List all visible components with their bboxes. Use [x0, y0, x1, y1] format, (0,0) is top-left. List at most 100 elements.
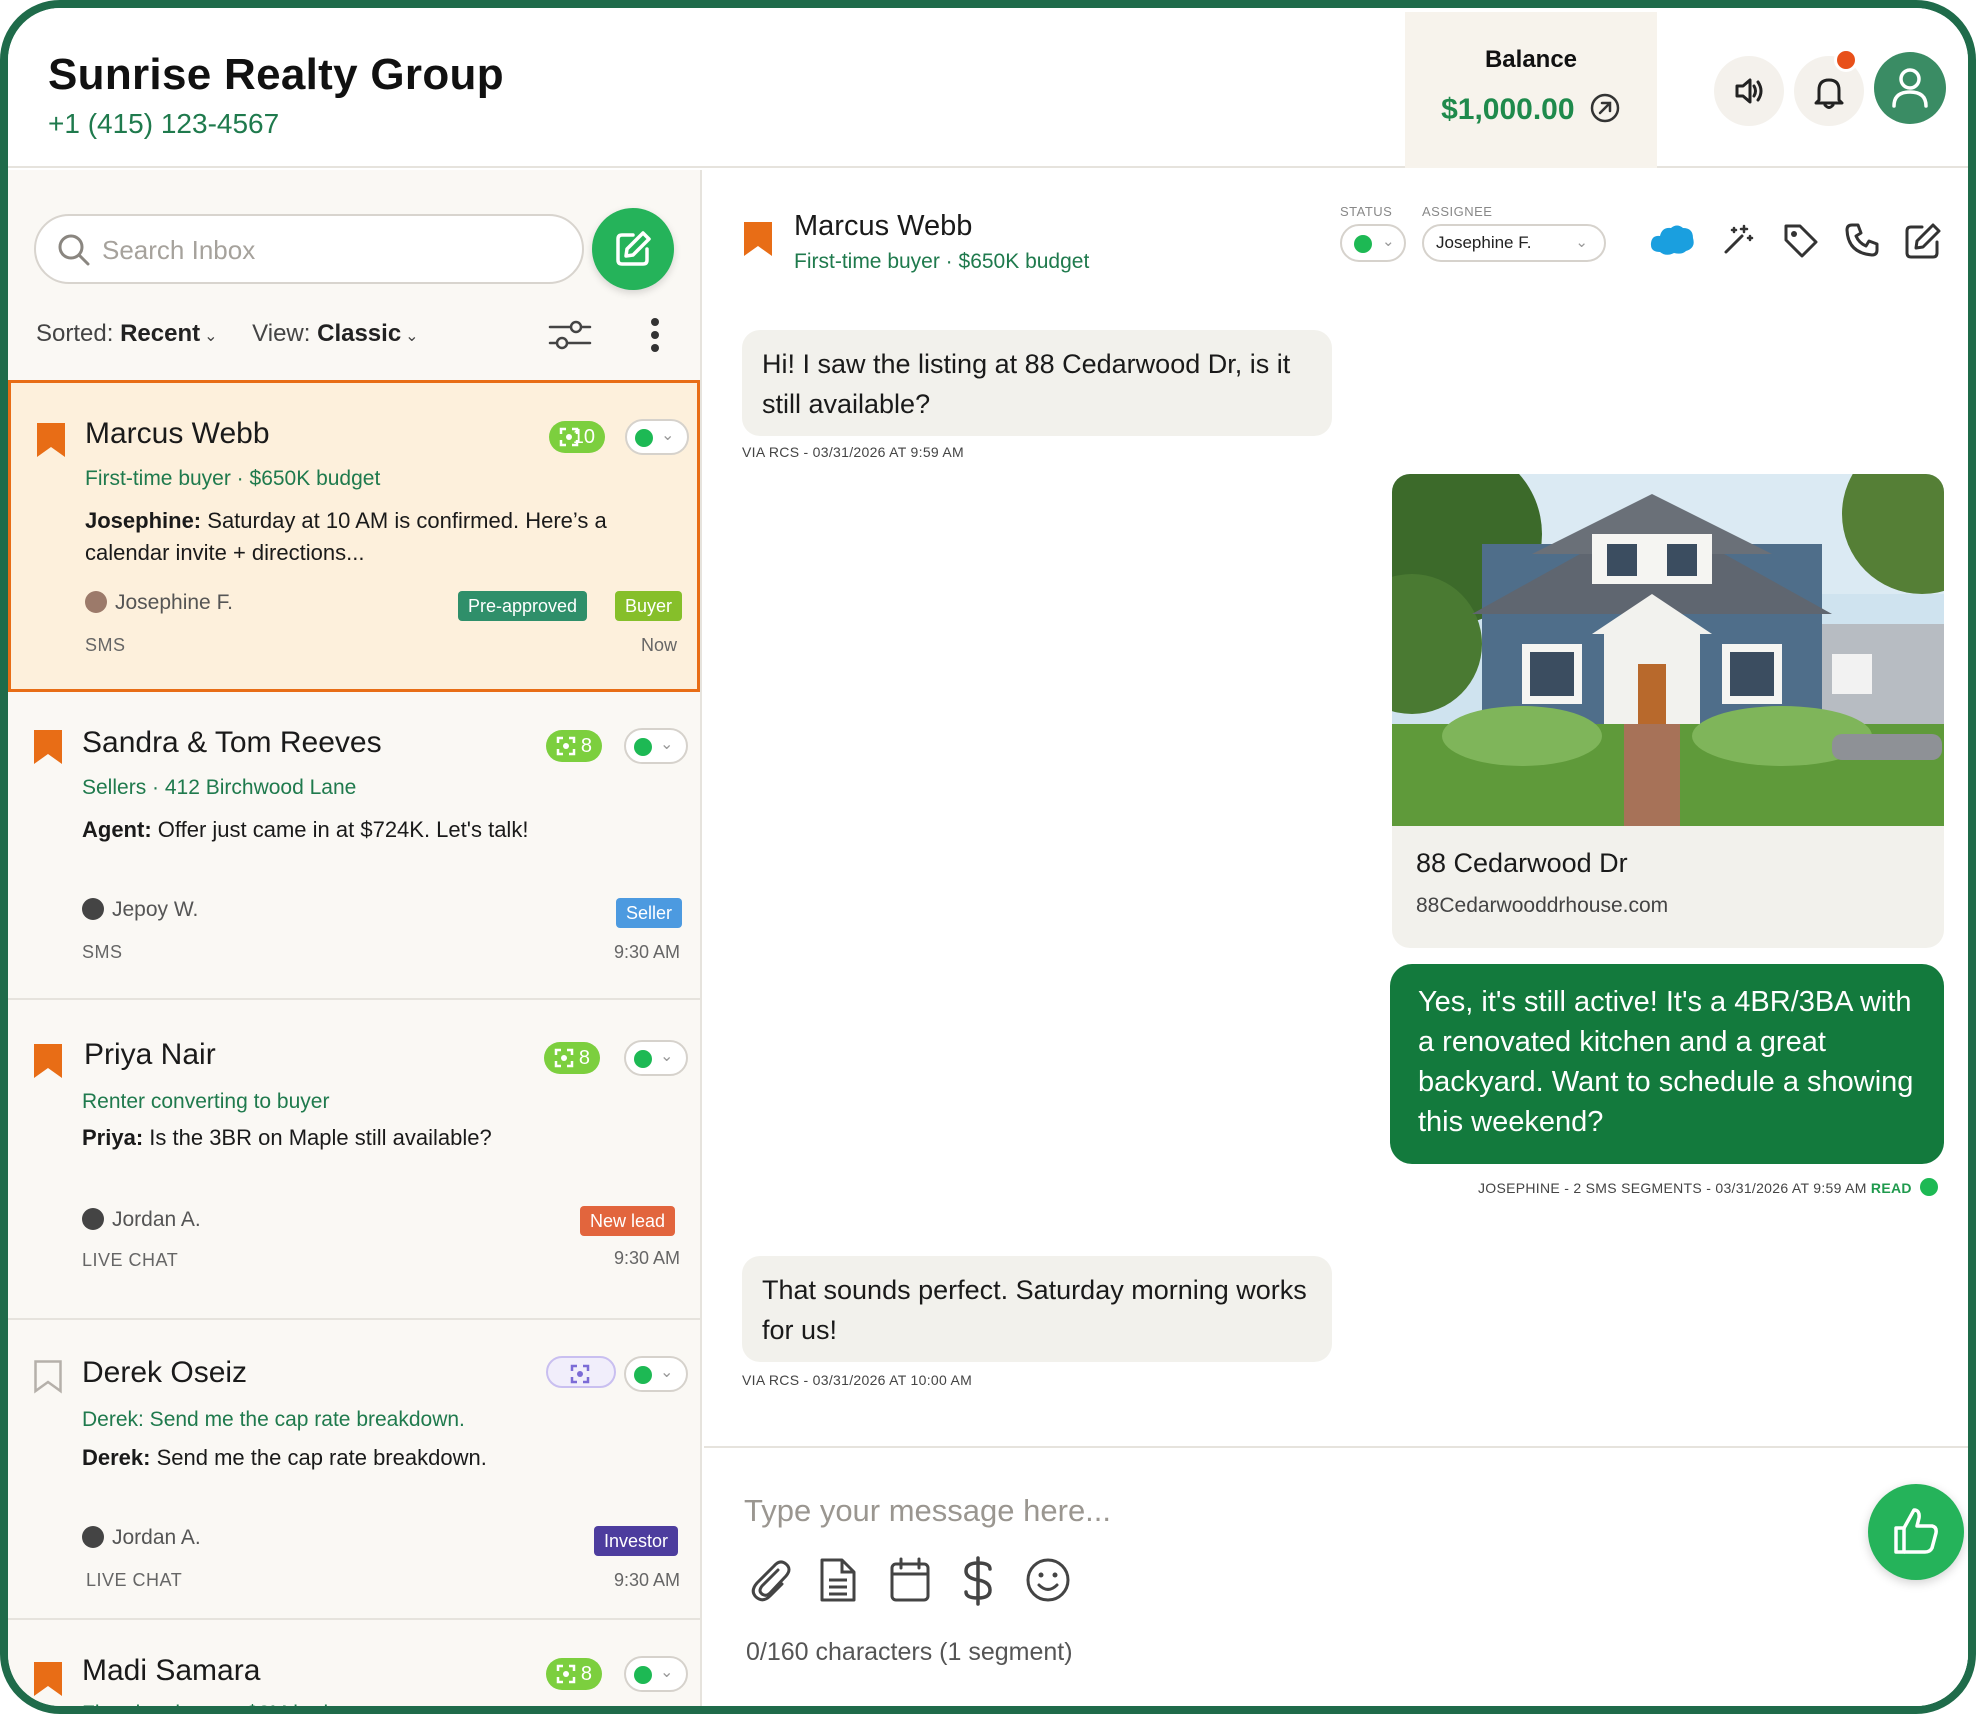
view-control[interactable]: View: Classic ⌄ — [252, 320, 418, 347]
balance-panel[interactable]: Balance $1,000.00 — [1405, 12, 1657, 168]
contact-subtitle: Sellers · 412 Birchwood Lane — [82, 776, 357, 799]
chevron-down-icon: ⌄ — [405, 328, 419, 345]
bookmark-icon[interactable] — [34, 730, 62, 764]
preview-sender: Priya: — [82, 1125, 144, 1150]
new-message-button[interactable] — [592, 208, 674, 290]
sort-control[interactable]: Sorted: Recent ⌄ — [36, 320, 218, 347]
search-icon — [58, 234, 90, 266]
filter-sliders-icon[interactable] — [548, 318, 592, 352]
sorted-label: Sorted: — [36, 320, 114, 347]
conversation-item[interactable]: Priya Nair 8 ⌄ Renter converting to buye… — [8, 1000, 700, 1320]
status-dropdown[interactable]: ⌄ — [624, 728, 688, 764]
thumbs-up-icon — [1894, 1508, 1938, 1554]
channel-label: LIVE CHAT — [86, 1570, 183, 1590]
message-preview: Josephine: Saturday at 10 AM is confirme… — [85, 505, 665, 569]
sound-button[interactable] — [1714, 56, 1784, 126]
more-options-icon[interactable] — [648, 316, 662, 354]
check-circle-icon — [1920, 1178, 1938, 1196]
conversation-item[interactable]: Madi Samara 8 ⌄ First-time buyer · $2M b… — [8, 1620, 700, 1706]
calendar-icon[interactable] — [888, 1556, 932, 1604]
edit-note-icon[interactable] — [1904, 222, 1942, 260]
phone-icon[interactable] — [1844, 222, 1880, 258]
contact-name: Madi Samara — [82, 1654, 261, 1687]
search-input[interactable] — [102, 230, 562, 270]
profile-avatar-button[interactable] — [1874, 52, 1946, 124]
listing-url[interactable]: 88Cedarwooddrhouse.com — [1416, 894, 1668, 918]
dollar-icon[interactable] — [960, 1556, 996, 1606]
preview-text: Is the 3BR on Maple still available? — [149, 1125, 492, 1150]
bookmark-icon[interactable] — [34, 1662, 62, 1696]
balance-label: Balance — [1484, 46, 1578, 73]
conversation-item[interactable]: Sandra & Tom Reeves 8 ⌄ Sellers · 412 Bi… — [8, 692, 700, 1000]
agent-avatar — [85, 591, 107, 613]
contact-name: Priya Nair — [84, 1038, 216, 1071]
paperclip-icon[interactable] — [748, 1556, 792, 1604]
status-dropdown[interactable]: ⌄ — [625, 419, 689, 455]
status-dropdown[interactable]: ⌄ — [624, 1356, 688, 1392]
send-button[interactable] — [1868, 1484, 1964, 1580]
agent-avatar — [82, 1208, 104, 1230]
tag-pre-approved[interactable]: Pre-approved — [458, 591, 588, 621]
chevron-down-icon: ⌄ — [660, 1364, 674, 1381]
company-name: Sunrise Realty Group — [48, 50, 504, 99]
listing-title: 88 Cedarwood Dr — [1416, 848, 1628, 878]
balance-value: $1,000.00 — [1405, 92, 1657, 127]
contact-subtitle: Derek: Send me the cap rate breakdown. — [82, 1408, 465, 1431]
conversation-item[interactable]: Marcus Webb 10 ⌄ First-time buyer · $650… — [8, 380, 700, 692]
tag-buyer[interactable]: Buyer — [615, 591, 683, 621]
tag-seller[interactable]: Seller — [616, 898, 683, 928]
assigned-agent: Jordan A. — [82, 1208, 201, 1232]
preview-sender: Agent: — [82, 817, 152, 842]
chat-status-dropdown[interactable]: ⌄ — [1340, 224, 1406, 262]
view-value: Classic — [317, 320, 402, 347]
message-preview: Derek: Send me the cap rate breakdown. — [82, 1442, 662, 1474]
chevron-down-icon: ⌄ — [660, 1048, 674, 1065]
listing-card[interactable]: 88 Cedarwood Dr 88Cedarwooddrhouse.com — [1392, 474, 1944, 948]
external-link-icon[interactable] — [1589, 92, 1621, 124]
preview-text: Offer just came in at $724K. Let's talk! — [157, 817, 529, 842]
tag-investor[interactable]: Investor — [594, 1526, 679, 1556]
chat-contact-name: Marcus Webb — [794, 210, 973, 242]
incoming-message: Hi! I saw the listing at 88 Cedarwood Dr… — [742, 330, 1332, 436]
status-dropdown[interactable]: ⌄ — [624, 1040, 688, 1076]
bookmark-icon[interactable] — [744, 222, 772, 256]
ai-magic-wand-icon[interactable] — [1720, 222, 1756, 258]
sort-view-row: Sorted: Recent ⌄ View: Classic ⌄ — [36, 320, 419, 348]
emoji-icon[interactable] — [1024, 1556, 1072, 1604]
document-icon[interactable] — [818, 1556, 858, 1604]
character-count: 0/160 characters (1 segment) — [746, 1638, 1073, 1666]
message-preview: Agent: Offer just came in at $724K. Let'… — [82, 814, 662, 846]
contact-subtitle: First-time buyer · $650K budget — [85, 467, 381, 490]
inbox-sidebar: Sorted: Recent⌄ View: Classic⌄ Marcus We… — [8, 170, 702, 1706]
company-phone: +1 (415) 123-4567 — [48, 108, 280, 139]
tag-new-lead[interactable]: New lead — [580, 1206, 676, 1236]
chat-contact-subtitle: First-time buyer · $650K budget — [794, 250, 1090, 273]
chevron-down-icon: ⌄ — [661, 427, 675, 444]
status-label: STATUS — [1340, 204, 1393, 219]
house-photo — [1392, 474, 1944, 826]
bookmark-icon[interactable] — [34, 1044, 62, 1078]
status-dropdown[interactable]: ⌄ — [624, 1656, 688, 1692]
channel-label: SMS — [82, 942, 123, 962]
preview-text: Send me the cap rate breakdown. — [156, 1445, 487, 1470]
salesforce-cloud-icon[interactable] — [1648, 222, 1696, 258]
view-label: View: — [252, 320, 311, 347]
channel-label: LIVE CHAT — [82, 1250, 179, 1270]
focus-icon — [554, 1048, 574, 1068]
bookmark-outline-icon[interactable] — [34, 1360, 62, 1394]
unread-count-badge: 8 — [544, 1042, 600, 1074]
status-online-dot — [635, 429, 653, 447]
tag-icon[interactable] — [1782, 222, 1820, 260]
read-receipt: READ — [1870, 1180, 1912, 1196]
contact-name: Sandra & Tom Reeves — [82, 726, 382, 759]
bookmark-icon[interactable] — [37, 423, 65, 457]
assignee-dropdown[interactable]: Josephine F. ⌄ — [1422, 224, 1606, 262]
search-box[interactable] — [34, 214, 584, 284]
outgoing-message: Yes, it's still active! It's a 4BR/3BA w… — [1390, 964, 1944, 1164]
message-input[interactable] — [744, 1486, 1644, 1536]
assignee-value: Josephine F. — [1436, 233, 1532, 252]
status-online-dot — [1354, 235, 1372, 253]
message-meta: VIA RCS - 03/31/2026 AT 9:59 AM — [742, 444, 965, 460]
unread-count: 8 — [580, 735, 592, 757]
conversation-item[interactable]: Derek Oseiz ⌄ Derek: Send me the cap rat… — [8, 1320, 700, 1620]
